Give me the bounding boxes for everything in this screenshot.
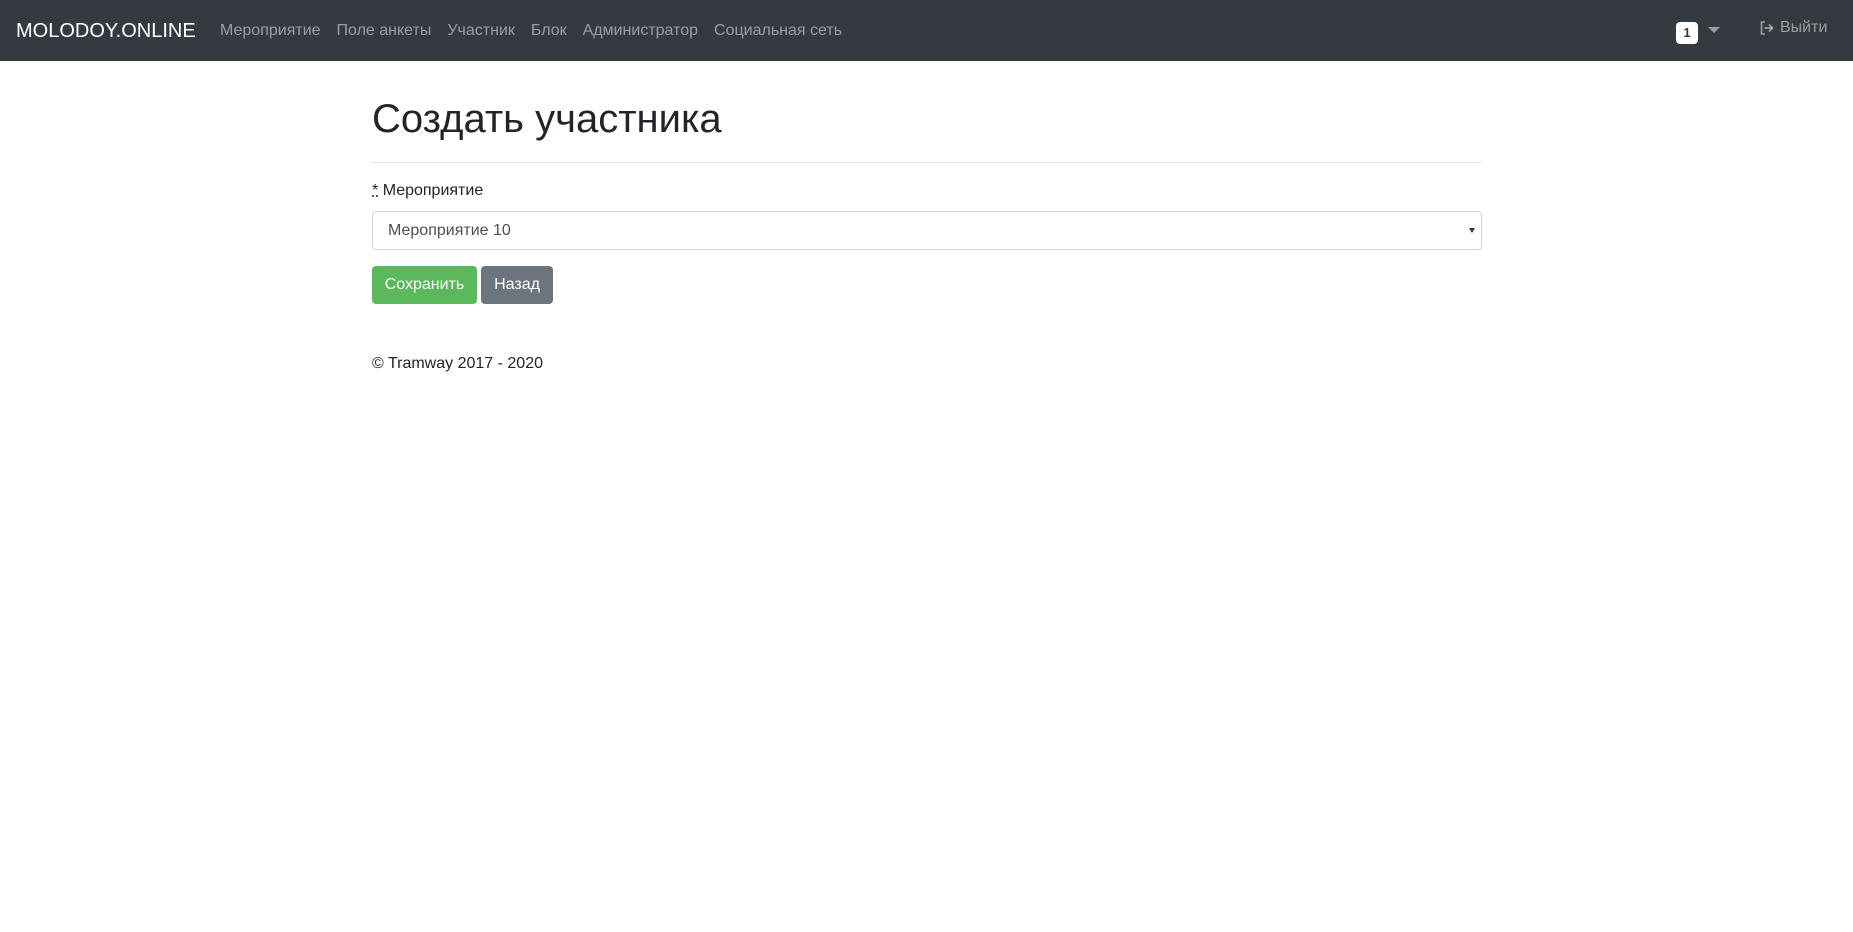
nav-link-blocks[interactable]: Блок: [531, 21, 567, 41]
back-button[interactable]: Назад: [481, 266, 553, 304]
nav-links: Мероприятие Поле анкеты Участник Блок Ад…: [220, 0, 858, 61]
nav-link-admins[interactable]: Администратор: [583, 21, 698, 41]
event-select-value: Мероприятие 10: [388, 222, 511, 239]
event-field-label: * Мероприятие: [372, 181, 1482, 201]
footer-copyright: © Tramway 2017 - 2020: [372, 355, 543, 372]
select-arrow-icon: [1469, 228, 1475, 233]
logout-link[interactable]: Выйти: [1760, 18, 1827, 38]
top-navbar: MOLODOY.ONLINE Мероприятие Поле анкеты У…: [0, 0, 1853, 61]
brand-link[interactable]: MOLODOY.ONLINE: [16, 19, 196, 43]
notification-badge[interactable]: 1: [1676, 22, 1698, 44]
required-marker: *: [372, 182, 379, 199]
event-select[interactable]: Мероприятие 10: [372, 211, 1482, 250]
save-button[interactable]: Сохранить: [372, 266, 477, 304]
nav-link-form-fields[interactable]: Поле анкеты: [337, 21, 432, 41]
title-divider: [372, 162, 1482, 163]
sign-out-icon: [1760, 21, 1774, 35]
form-actions: Сохранить Назад: [372, 266, 1482, 304]
nav-link-social-networks[interactable]: Социальная сеть: [714, 21, 842, 41]
main-container: Создать участника * Мероприятие Мероприя…: [372, 61, 1482, 374]
nav-link-participants[interactable]: Участник: [447, 21, 515, 41]
nav-link-events[interactable]: Мероприятие: [220, 21, 321, 41]
page-title: Создать участника: [372, 97, 722, 141]
event-label-text: Мероприятие: [382, 182, 484, 199]
logout-label: Выйти: [1780, 19, 1828, 36]
chevron-down-icon[interactable]: [1708, 27, 1720, 33]
